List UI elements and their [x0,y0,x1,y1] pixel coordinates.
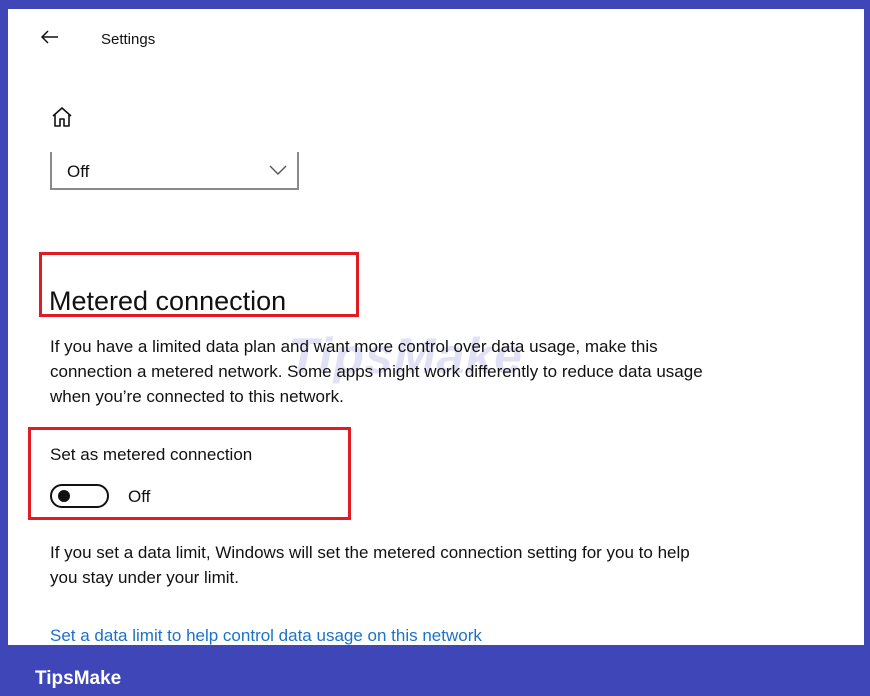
section-description: If you have a limited data plan and want… [50,337,703,406]
chevron-down-icon [269,165,287,175]
set-data-limit-link[interactable]: Set a data limit to help control data us… [50,626,482,645]
arrow-left-icon [41,30,58,44]
data-limit-info: If you set a data limit, Windows will se… [50,543,690,587]
metered-toggle-label: Set as metered connection [50,445,253,464]
back-button[interactable] [36,23,64,51]
toggle-state-text: Off [128,487,151,506]
dropdown-value: Off [67,162,90,181]
network-dropdown[interactable]: Off [50,152,299,190]
brand-label: TipsMake [35,668,122,689]
settings-window: Settings Off Metered connection TipsMake… [8,9,864,645]
title-bar: Settings [8,9,864,63]
home-icon [52,107,72,127]
home-button[interactable] [50,105,74,129]
app-title: Settings [101,31,156,48]
toggle-knob [58,490,70,502]
section-heading: Metered connection [49,286,287,317]
metered-connection-toggle[interactable] [50,484,109,508]
